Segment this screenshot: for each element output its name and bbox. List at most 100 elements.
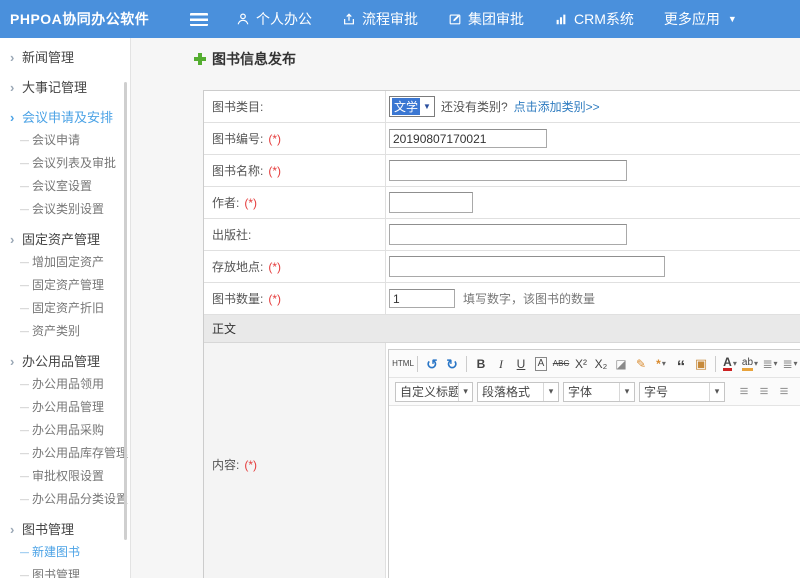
strikethrough-icon[interactable]: ABC <box>552 354 570 374</box>
sidebar-item[interactable]: —会议室设置 <box>0 175 130 198</box>
sidebar-item[interactable]: —资产类别 <box>0 320 130 343</box>
sidebar-item-label: 审批权限设置 <box>32 465 104 488</box>
sidebar-item-label: 办公用品管理 <box>32 396 104 419</box>
location-input[interactable] <box>389 256 665 277</box>
field-value <box>386 251 800 282</box>
font-size-select[interactable]: 字号▾ <box>639 382 725 402</box>
category-select[interactable]: 文学 ▼ <box>389 96 435 117</box>
nav-crm-system[interactable]: CRM系统 <box>554 9 634 29</box>
dash-icon: — <box>20 564 32 578</box>
sidebar-item[interactable]: —审批权限设置 <box>0 465 130 488</box>
sidebar-item[interactable]: —办公用品库存管理 <box>0 442 130 465</box>
editor-body[interactable] <box>389 406 800 578</box>
sidebar-scrollbar[interactable] <box>124 82 127 540</box>
add-plus-icon <box>194 53 206 65</box>
book-no-input[interactable] <box>389 129 547 148</box>
form-row-book-name: 图书名称:(*) <box>204 155 800 187</box>
superscript-icon[interactable]: X² <box>572 354 590 374</box>
add-category-link[interactable]: 点击添加类别>> <box>514 98 600 115</box>
sidebar-item-label: 资产类别 <box>32 320 80 343</box>
sidebar-item[interactable]: ›固定资产管理 <box>0 228 130 251</box>
font-family-select-value: 字体 <box>564 383 596 400</box>
custom-title-select[interactable]: 自定义标题▾ <box>395 382 473 402</box>
undo-icon[interactable]: ↺ <box>423 354 441 374</box>
sidebar-item[interactable]: —固定资产折旧 <box>0 297 130 320</box>
sidebar-item-label: 办公用品采购 <box>32 419 104 442</box>
bold-icon[interactable]: B <box>472 354 490 374</box>
sidebar-item[interactable]: —新建图书 <box>0 541 130 564</box>
caret-down-icon: ▾ <box>662 359 666 368</box>
blockquote-icon[interactable]: “ <box>672 354 690 374</box>
subscript-icon[interactable]: X₂ <box>592 354 610 374</box>
toolbar-separator <box>466 356 467 372</box>
format-brush-icon[interactable]: ✎ <box>632 354 650 374</box>
eraser-icon[interactable]: ◪ <box>612 354 630 374</box>
nav-group-approval[interactable]: 集团审批 <box>448 9 524 29</box>
sidebar-item[interactable]: —办公用品管理 <box>0 396 130 419</box>
italic-icon[interactable]: I <box>492 354 510 374</box>
source-code-icon[interactable]: HTML <box>394 354 412 374</box>
flow-approve-icon <box>342 12 356 26</box>
sidebar-item[interactable]: —增加固定资产 <box>0 251 130 274</box>
sidebar-item[interactable]: ›图书管理 <box>0 518 130 541</box>
sidebar-item[interactable]: ›办公用品管理 <box>0 350 130 373</box>
sidebar-item[interactable]: —会议申请 <box>0 129 130 152</box>
quantity-input[interactable] <box>389 289 455 308</box>
sidebar-item[interactable]: —固定资产管理 <box>0 274 130 297</box>
caret-down-icon: ▾ <box>774 359 778 368</box>
sidebar-item[interactable]: —办公用品领用 <box>0 373 130 396</box>
sidebar-item[interactable]: ›大事记管理 <box>0 76 130 99</box>
dash-icon: — <box>20 274 32 297</box>
redo-icon[interactable]: ↻ <box>443 354 461 374</box>
custom-title-select-value: 自定义标题 <box>396 383 458 400</box>
align-left-icon[interactable]: ≡ <box>735 382 753 402</box>
nav-flow-approval[interactable]: 流程审批 <box>342 9 418 29</box>
required-mark: (*) <box>268 164 281 178</box>
field-label: 图书数量:(*) <box>204 283 386 314</box>
underline-icon[interactable]: U <box>512 354 530 374</box>
align-justify-icon[interactable]: ≡ <box>795 382 800 402</box>
paragraph-format-select[interactable]: 段落格式▾ <box>477 382 559 402</box>
nav-more-apps[interactable]: 更多应用 ▼ <box>664 9 737 29</box>
book-name-input[interactable] <box>389 160 627 181</box>
form-row-publisher: 出版社: <box>204 219 800 251</box>
sidebar-item[interactable]: ›新闻管理 <box>0 46 130 69</box>
sidebar-item[interactable]: —图书管理 <box>0 564 130 578</box>
sidebar-item-label: 办公用品库存管理 <box>32 442 128 465</box>
remove-format-icon[interactable]: A <box>532 354 550 374</box>
paste-text-icon[interactable]: ▣ <box>692 354 710 374</box>
nav-label: 流程审批 <box>362 9 418 29</box>
highlight-color-icon[interactable]: ab▾ <box>741 354 759 374</box>
chevron-right-icon: › <box>10 46 22 69</box>
required-mark: (*) <box>268 260 281 274</box>
auto-typeset-icon[interactable]: *▾ <box>652 354 670 374</box>
field-value: 文学 ▼ 还没有类别? 点击添加类别>> <box>386 91 800 122</box>
ordered-list-icon[interactable]: ≣▾ <box>761 354 779 374</box>
sidebar-item[interactable]: ›会议申请及安排 <box>0 106 130 129</box>
caret-down-icon: ▾ <box>794 359 798 368</box>
field-value <box>386 155 800 186</box>
sidebar-item-label: 图书管理 <box>32 564 80 578</box>
caret-down-icon: ▾ <box>543 383 558 401</box>
nav-personal-office[interactable]: 个人办公 <box>236 9 312 29</box>
author-input[interactable] <box>389 192 473 213</box>
sidebar-item[interactable]: —会议类别设置 <box>0 198 130 221</box>
font-family-select[interactable]: 字体▾ <box>563 382 635 402</box>
publisher-input[interactable] <box>389 224 627 245</box>
section-title: 正文 <box>212 320 236 337</box>
dash-icon: — <box>20 129 32 152</box>
hamburger-menu-icon[interactable] <box>190 13 208 26</box>
sidebar-item[interactable]: —办公用品分类设置 <box>0 488 130 511</box>
form-row-quantity: 图书数量:(*) 填写数字，该图书的数量 <box>204 283 800 315</box>
sidebar-item[interactable]: —办公用品采购 <box>0 419 130 442</box>
align-center-icon[interactable]: ≡ <box>755 382 773 402</box>
page-title: 图书信息发布 <box>194 49 296 69</box>
form-row-location: 存放地点:(*) <box>204 251 800 283</box>
sidebar-item[interactable]: —会议列表及审批 <box>0 152 130 175</box>
align-right-icon[interactable]: ≡ <box>775 382 793 402</box>
unordered-list-icon[interactable]: ≣▾ <box>781 354 799 374</box>
dash-icon: — <box>20 465 32 488</box>
chevron-right-icon: › <box>10 106 22 129</box>
field-value: 填写数字，该图书的数量 <box>386 283 800 314</box>
font-color-icon[interactable]: A▾ <box>721 354 739 374</box>
